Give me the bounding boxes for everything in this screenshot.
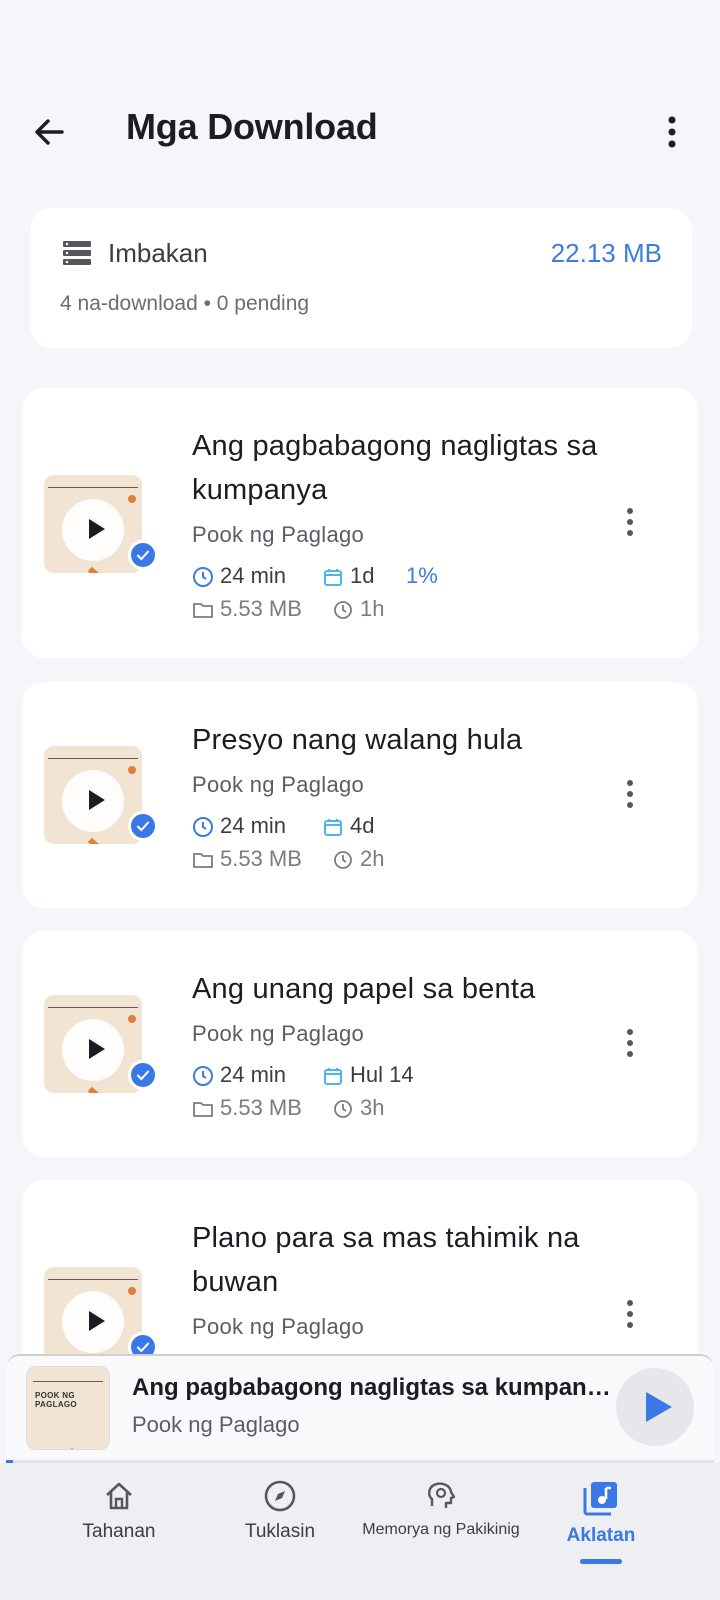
- play-icon: [89, 1039, 105, 1059]
- more-vert-icon: [627, 780, 633, 808]
- clock-icon: [193, 567, 213, 587]
- play-icon: [89, 519, 105, 539]
- mini-player-title: Ang pagbabagong nagligtas sa kumpanya: [132, 1374, 612, 1401]
- storage-label: Imbakan: [108, 238, 208, 268]
- mini-player-cover: POOK NG PAGLAGO: [26, 1366, 110, 1450]
- episode-more-button[interactable]: [618, 1294, 642, 1334]
- folder-icon: [193, 853, 213, 868]
- episode-more-button[interactable]: [618, 774, 642, 814]
- download-item[interactable]: Ang pagbabagong nagligtas sa kumpanya Po…: [22, 388, 698, 658]
- episode-time: 3h: [360, 1095, 385, 1120]
- downloaded-check-icon: [128, 1060, 158, 1090]
- active-tab-indicator: [580, 1559, 622, 1564]
- nav-item-home[interactable]: Tahanan: [34, 1479, 204, 1569]
- nav-label: Memorya ng Pakikinig: [362, 1521, 520, 1538]
- download-item[interactable]: Ang unang papel sa benta Pook ng Paglago…: [22, 931, 698, 1157]
- more-options-button[interactable]: [660, 112, 684, 152]
- clock-icon: [193, 1066, 213, 1086]
- clock-icon: [193, 817, 213, 837]
- app-bar: Mga Download: [0, 96, 720, 166]
- episode-more-button[interactable]: [618, 1023, 642, 1063]
- episode-title: Plano para sa mas tahimik na buwan: [192, 1222, 580, 1298]
- episode-time: 1h: [360, 596, 385, 621]
- episode-meta: 24 min 4d: [192, 813, 612, 841]
- episode-title: Ang pagbabagong nagligtas sa kumpanya: [192, 430, 598, 506]
- more-vert-icon: [627, 508, 633, 536]
- episode-meta: 24 min Hul 14: [192, 1062, 612, 1090]
- mini-player[interactable]: POOK NG PAGLAGO Ang pagbabagong nagligta…: [6, 1354, 714, 1462]
- episode-title: Ang unang papel sa benta: [192, 973, 536, 1005]
- back-button[interactable]: [30, 112, 70, 152]
- episode-cover[interactable]: [44, 475, 142, 573]
- play-icon: [89, 790, 105, 810]
- episode-meta: 24 min 1d 1%: [192, 563, 612, 591]
- episode-size: 5.53 MB: [220, 846, 302, 871]
- episode-cover[interactable]: [44, 746, 142, 844]
- storage-size: 22.13 MB: [550, 238, 662, 268]
- episode-meta-secondary: 5.53 MB 2h: [192, 846, 612, 874]
- arrow-left-icon: [35, 119, 64, 145]
- folder-icon: [193, 603, 213, 618]
- brain-icon: [428, 1482, 456, 1508]
- bottom-navigation: Tahanan Tuklasin Memorya ng Pakikinig Ak…: [0, 1463, 720, 1600]
- episode-size: 5.53 MB: [220, 1095, 302, 1120]
- download-item[interactable]: Plano para sa mas tahimik na buwan Pook …: [22, 1180, 698, 1380]
- clock-icon: [334, 1100, 352, 1118]
- episode-more-button[interactable]: [618, 502, 642, 542]
- calendar-icon: [324, 1068, 342, 1085]
- more-vert-icon: [627, 1300, 633, 1328]
- episode-date: 1d: [350, 563, 375, 588]
- calendar-icon: [324, 569, 342, 586]
- episode-meta-secondary: 5.53 MB 1h: [192, 596, 612, 624]
- storage-card: Imbakan 22.13 MB 4 na-download • 0 pendi…: [30, 208, 692, 348]
- episode-size: 5.53 MB: [220, 596, 302, 621]
- episode-source: Pook ng Paglago: [192, 772, 365, 797]
- compass-icon: [264, 1480, 296, 1512]
- storage-icon: [63, 241, 91, 265]
- episode-progress: 1%: [406, 563, 438, 588]
- library-icon: [583, 1482, 617, 1516]
- episode-source: Pook ng Paglago: [192, 1021, 365, 1046]
- episode-source: Pook ng Paglago: [192, 522, 365, 547]
- episode-cover[interactable]: [44, 995, 142, 1093]
- home-icon: [106, 1482, 132, 1510]
- download-item[interactable]: Presyo nang walang hula Pook ng Paglago …: [22, 682, 698, 908]
- nav-item-discover[interactable]: Tuklasin: [195, 1479, 365, 1569]
- nav-item-listening-memory[interactable]: Memorya ng Pakikinig: [346, 1479, 536, 1569]
- mini-player-play-button[interactable]: [616, 1368, 694, 1446]
- episode-meta-secondary: 5.53 MB 3h: [192, 1095, 612, 1123]
- page-title: Mga Download: [126, 106, 378, 147]
- downloaded-check-icon: [128, 540, 158, 570]
- episode-cover[interactable]: [44, 1267, 142, 1365]
- episode-time: 2h: [360, 846, 385, 871]
- nav-item-library[interactable]: Aklatan: [516, 1479, 686, 1569]
- episode-duration: 24 min: [220, 813, 287, 838]
- more-vert-icon: [668, 116, 676, 148]
- play-icon: [89, 1311, 105, 1331]
- episode-title: Presyo nang walang hula: [192, 724, 523, 756]
- storage-summary: 4 na-download • 0 pending: [60, 292, 310, 315]
- folder-icon: [193, 1102, 213, 1117]
- episode-duration: 24 min: [220, 1062, 287, 1087]
- calendar-icon: [324, 819, 342, 836]
- nav-label: Aklatan: [566, 1525, 636, 1546]
- clock-icon: [334, 601, 352, 619]
- nav-label: Tuklasin: [244, 1521, 316, 1542]
- downloaded-check-icon: [128, 811, 158, 841]
- nav-label: Tahanan: [82, 1521, 156, 1542]
- episode-date: Hul 14: [350, 1062, 414, 1087]
- play-icon: [646, 1392, 672, 1422]
- mini-player-source: Pook ng Paglago: [132, 1412, 300, 1437]
- episode-date: 4d: [350, 813, 375, 838]
- more-vert-icon: [627, 1029, 633, 1057]
- clock-icon: [334, 851, 352, 869]
- episode-duration: 24 min: [220, 563, 287, 588]
- episode-source: Pook ng Paglago: [192, 1314, 365, 1339]
